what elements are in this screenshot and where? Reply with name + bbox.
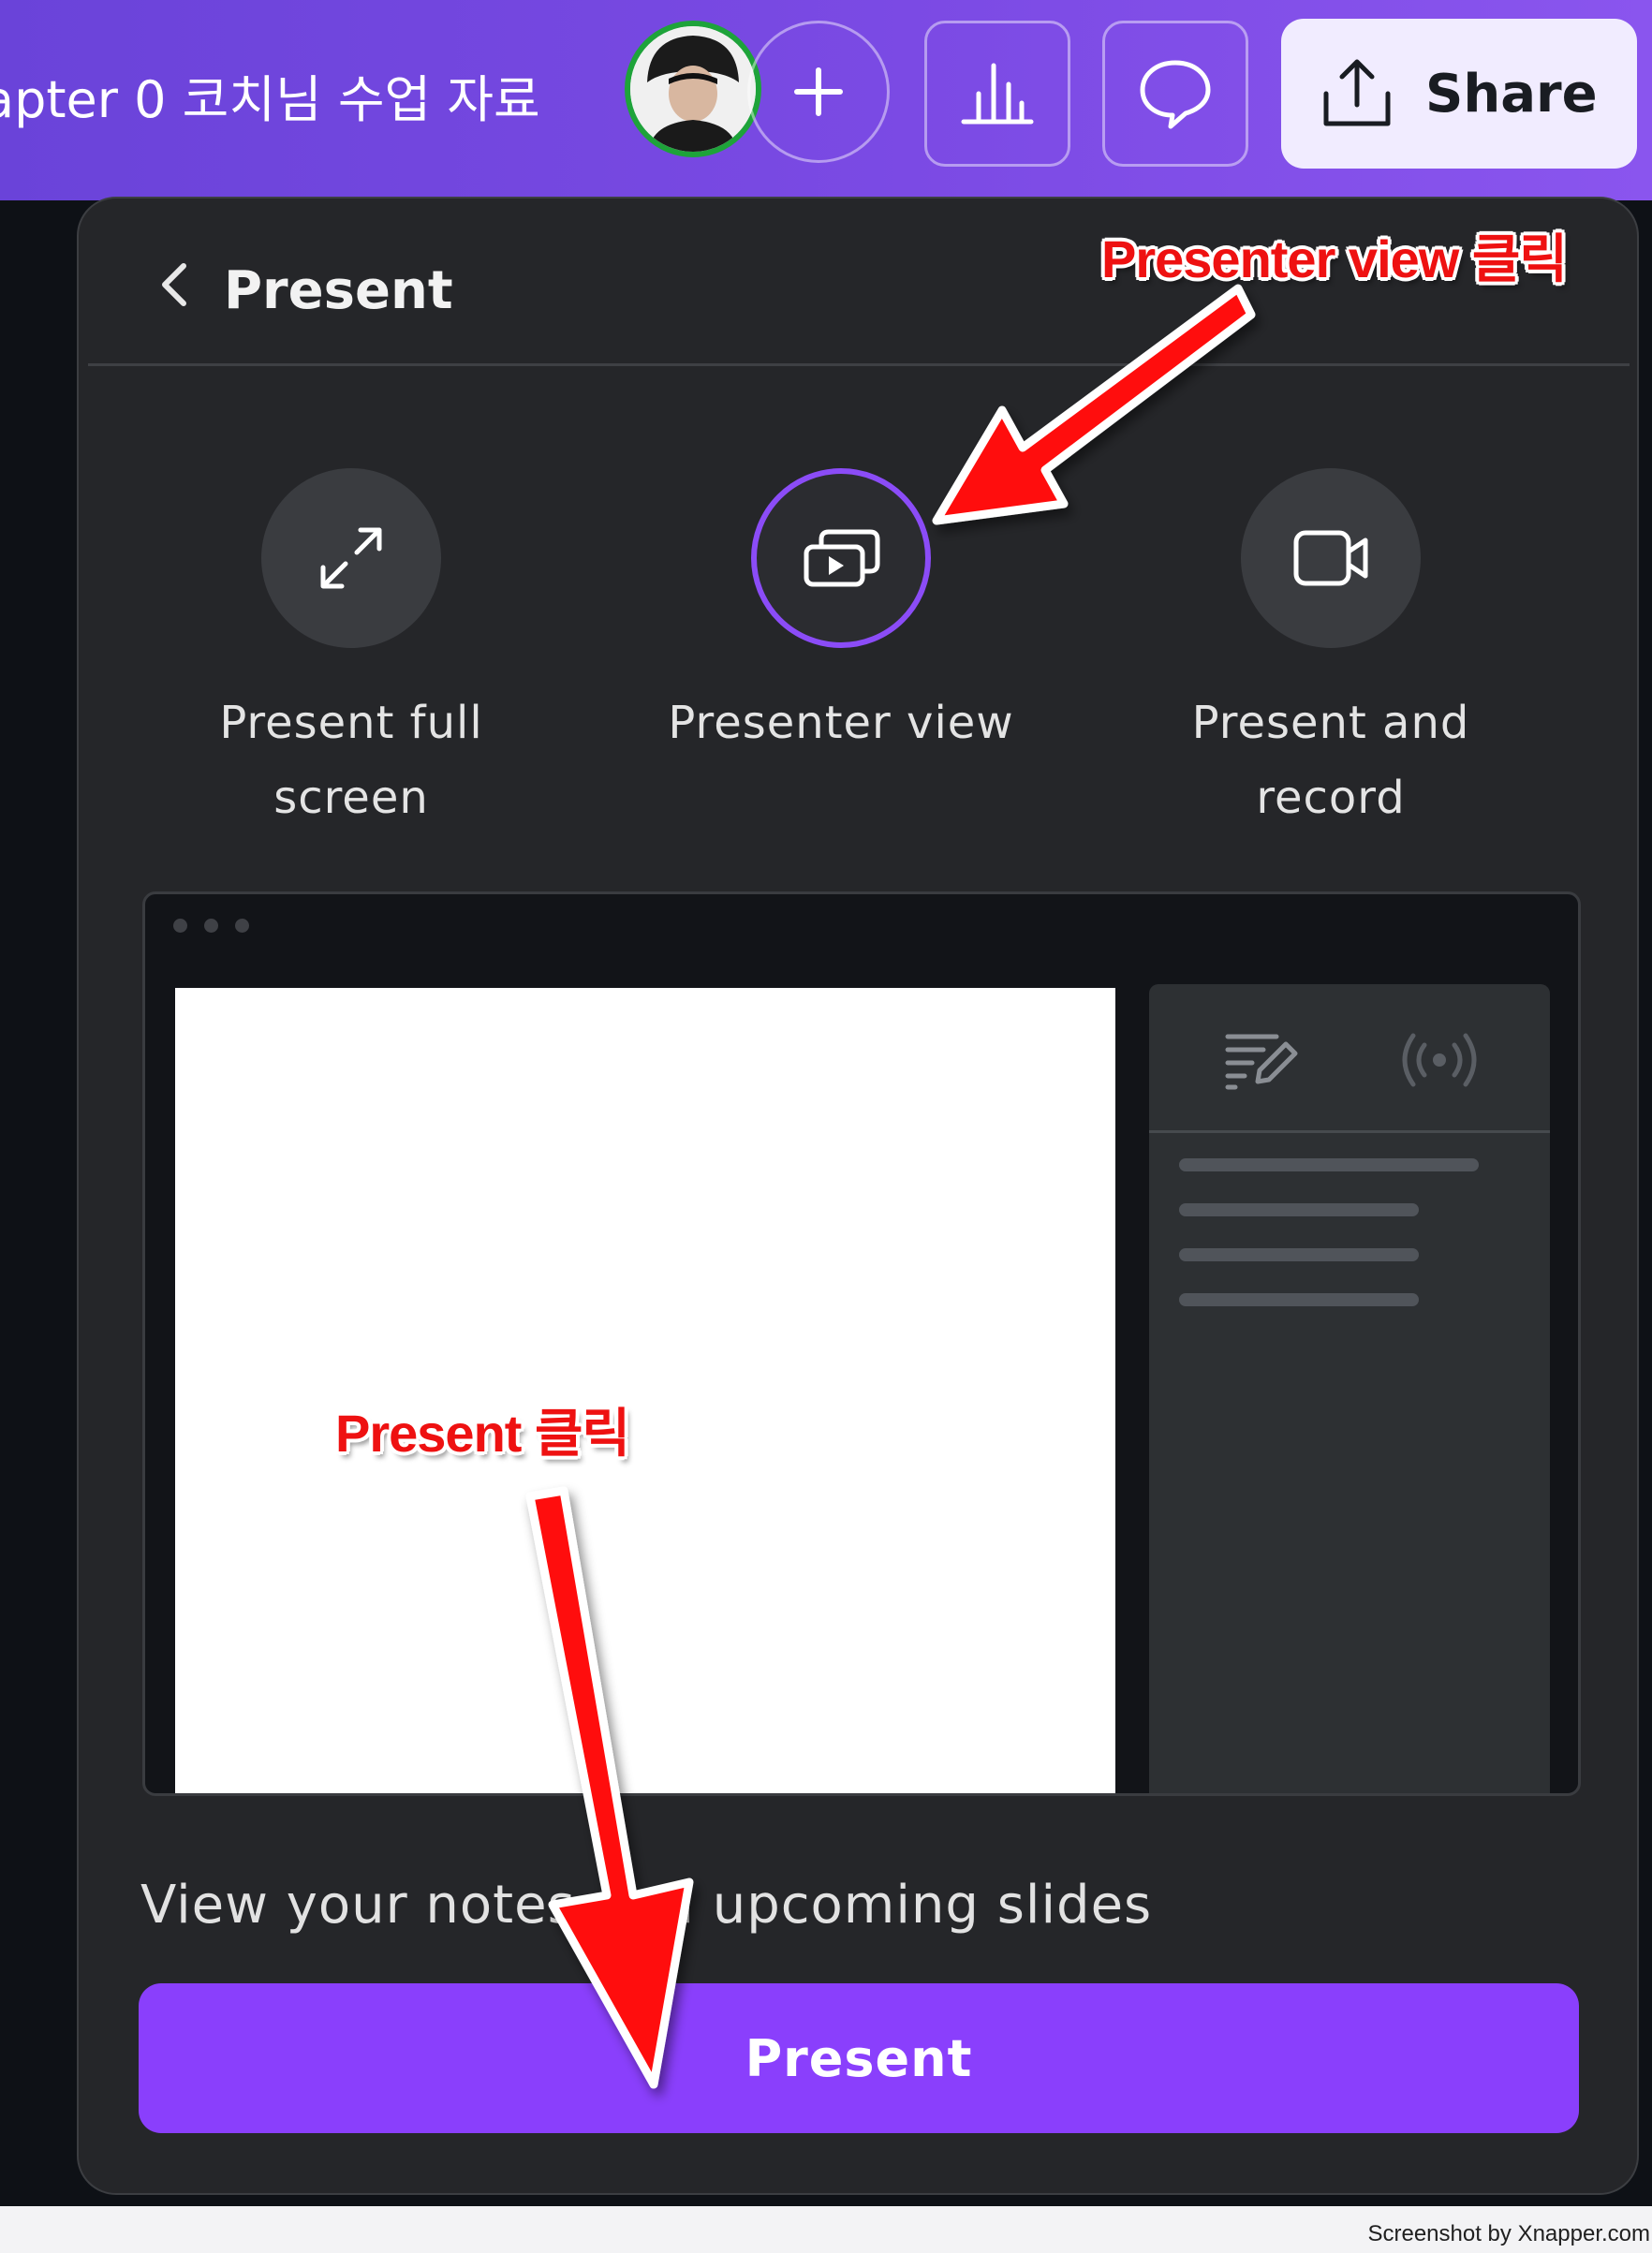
note-line — [1179, 1203, 1419, 1216]
share-upload-icon — [1323, 59, 1391, 126]
notes-edit-icon — [1225, 1034, 1298, 1090]
note-line — [1179, 1293, 1419, 1306]
option-label: Presenter view — [668, 697, 1014, 749]
notes-divider — [1149, 1130, 1550, 1133]
annotation-present-click: Present 클릭 — [335, 1404, 630, 1463]
notes-preview-panel — [1149, 984, 1550, 1793]
expand-icon — [320, 527, 382, 589]
option-present-full-screen[interactable]: Present full screen — [136, 468, 567, 835]
insights-button[interactable] — [924, 21, 1070, 167]
present-button-label: Present — [745, 2028, 973, 2088]
broadcast-icon — [1402, 1033, 1477, 1087]
share-button[interactable]: Share — [1281, 19, 1637, 169]
option-present-and-record[interactable]: Present and record — [1115, 468, 1546, 835]
note-line — [1179, 1158, 1479, 1171]
option-icon-button[interactable] — [1241, 468, 1421, 648]
avatar-photo — [630, 26, 756, 152]
watermark: Screenshot by Xnapper.com — [1367, 2221, 1650, 2246]
option-icon-button-selected[interactable] — [751, 468, 931, 648]
video-camera-icon — [1293, 530, 1368, 586]
comment-icon — [1140, 60, 1211, 129]
comments-button[interactable] — [1102, 21, 1248, 167]
presenter-view-icon — [804, 529, 880, 587]
annotation-presenter-view-click: Presenter view 클릭 — [1101, 229, 1568, 288]
bar-chart-icon — [961, 63, 1034, 125]
option-presenter-view[interactable]: Presenter view — [626, 468, 1056, 760]
present-button[interactable]: Present — [139, 1983, 1579, 2133]
option-label: Present and record — [1191, 697, 1470, 824]
plus-icon — [794, 67, 843, 116]
option-icon-button[interactable] — [261, 468, 441, 648]
add-collaborator-button[interactable] — [747, 21, 890, 163]
header-divider — [88, 363, 1630, 366]
note-line — [1179, 1248, 1419, 1261]
top-toolbar: apter 0 코치님 수업 자료 Share — [0, 0, 1652, 200]
slide-preview — [175, 988, 1115, 1793]
back-chevron-icon[interactable] — [154, 257, 195, 313]
presenter-view-description: View your notes and upcoming slides — [140, 1875, 1153, 1936]
presenter-view-preview — [142, 891, 1581, 1796]
document-title[interactable]: apter 0 코치님 수업 자료 — [0, 58, 540, 132]
share-label: Share — [1425, 63, 1598, 125]
panel-title: Present — [224, 260, 453, 321]
window-dot — [235, 919, 249, 933]
option-label: Present full screen — [219, 697, 483, 824]
present-panel: Present Present full screen Presenter vi… — [77, 197, 1639, 2195]
avatar[interactable] — [625, 21, 761, 157]
window-dot — [204, 919, 218, 933]
window-dot — [173, 919, 187, 933]
